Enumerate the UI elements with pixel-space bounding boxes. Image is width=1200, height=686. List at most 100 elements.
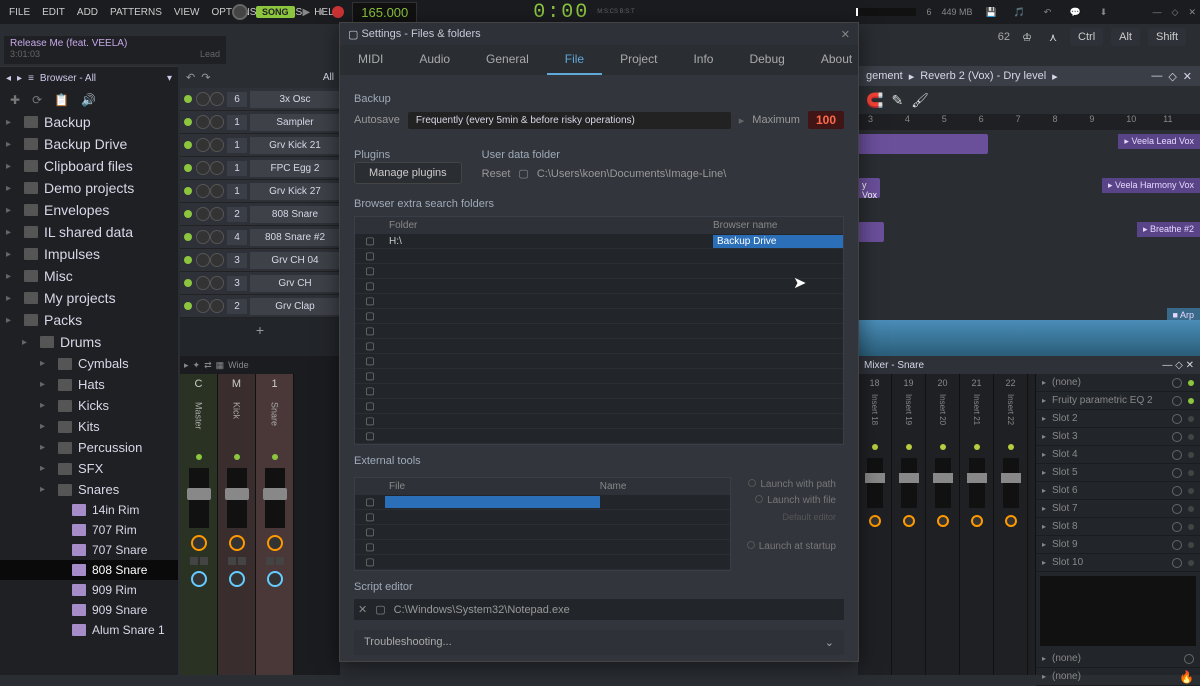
external-tool-row-empty[interactable]: ▢ [355,555,730,570]
browser-item[interactable]: Kits [0,416,178,437]
menu-edit[interactable]: EDIT [37,5,70,20]
mixer-link-icon[interactable]: ⇄ [204,360,212,371]
stop-button[interactable]: ■ [318,7,324,18]
mixer-menu-icon[interactable]: ▸ [184,360,189,371]
browser-item[interactable]: Demo projects [0,177,178,199]
browser-item[interactable]: Backup Drive [0,133,178,155]
settings-tab-about[interactable]: About [803,45,870,75]
undo-icon[interactable]: ↶ [1039,3,1057,21]
crumb-1[interactable]: gement [866,70,903,82]
browser-item[interactable]: Drums [0,331,178,353]
clip-lead-vox[interactable] [858,134,988,154]
launch-file-radio[interactable] [755,495,763,503]
manage-plugins-button[interactable]: Manage plugins [354,162,462,184]
fx-slot[interactable]: ▸Slot 3 [1036,428,1200,446]
search-folder-row-empty[interactable]: ▢ [355,399,843,414]
pl-close-icon[interactable]: ✕ [1183,70,1192,83]
external-tool-row-empty[interactable]: ▢ [355,510,730,525]
mixer-wide[interactable]: Wide [228,360,249,370]
clip-yvox[interactable]: y Vox [858,178,880,198]
browser-item[interactable]: Clipboard files [0,155,178,177]
browser-item[interactable]: Cymbals [0,353,178,374]
search-folder-row-empty[interactable]: ▢ [355,294,843,309]
browser-item[interactable]: Backup [0,111,178,133]
audio-icon[interactable]: 🔊 [81,93,96,107]
metronome-icon[interactable]: ⋏ [1044,28,1062,46]
song-mode-badge[interactable]: SONG [256,6,295,18]
search-folder-row-empty[interactable]: ▢ [355,324,843,339]
automation-lane[interactable] [858,320,1200,356]
chevron-left-icon[interactable]: ◂ [6,73,11,84]
mp-min-icon[interactable]: — [1162,360,1172,371]
autosave-arrow-icon[interactable]: ▸ [739,114,745,127]
reset-button[interactable]: Reset [482,168,511,180]
insert-strip[interactable]: 20Insert 20 [926,374,960,675]
insert-strip[interactable]: 19Insert 19 [892,374,926,675]
search-folder-row-empty[interactable]: ▢ [355,279,843,294]
mp-max-icon[interactable]: ◇ [1175,360,1183,371]
save-icon[interactable]: 💾 [983,3,1001,21]
playlist-tracks[interactable]: ▸ Veela Lead Vox y Vox ▸ Veela Harmony V… [858,130,1200,330]
browser-item[interactable]: Kicks [0,395,178,416]
channel-row[interactable]: 1Grv Kick 21 [180,134,340,157]
playlist-breadcrumb[interactable]: gement ▸ Reverb 2 (Vox) - Dry level ▸ — … [858,66,1200,86]
external-tool-row-empty[interactable]: ▢ [355,540,730,555]
browser-item[interactable]: 909 Snare [0,600,178,620]
pl-pencil-icon[interactable]: ✎ [891,92,903,109]
browser-item[interactable]: Hats [0,374,178,395]
settings-tab-project[interactable]: Project [602,45,675,75]
search-folder-row[interactable]: ▢H:\Backup Drive [355,234,843,249]
fx-slot[interactable]: ▸Slot 2 [1036,410,1200,428]
fx-slot[interactable]: ▸Slot 4 [1036,446,1200,464]
fx-slot[interactable]: ▸Slot 9 [1036,536,1200,554]
browser-item[interactable]: Percussion [0,437,178,458]
external-tool-row[interactable]: ▢ [355,495,730,510]
browser-item[interactable]: IL shared data [0,221,178,243]
fx-slot[interactable]: ▸Slot 10 [1036,554,1200,572]
channel-row[interactable]: 1Grv Kick 27 [180,180,340,203]
ch-back-icon[interactable]: ↶ [186,71,195,84]
chat-icon[interactable]: 💬 [1067,3,1085,21]
browser-list[interactable]: BackupBackup DriveClipboard filesDemo pr… [0,111,178,675]
search-folder-row-empty[interactable]: ▢ [355,369,843,384]
browser-item[interactable]: Snares [0,479,178,500]
output-slot-2[interactable]: ▸(none)🔥 [1036,668,1200,686]
launch-path-radio[interactable] [748,479,756,487]
menu-add[interactable]: ADD [72,5,103,20]
menu-view[interactable]: VIEW [169,5,205,20]
chevron-right-icon[interactable]: ▸ [17,73,22,84]
crumb-2[interactable]: Reverb 2 (Vox) - Dry level [920,70,1046,82]
fx-slot[interactable]: ▸Slot 7 [1036,500,1200,518]
download-icon[interactable]: ⬇ [1095,3,1113,21]
browser-item[interactable]: 909 Rim [0,580,178,600]
script-clear-icon[interactable]: ✕ [358,603,367,616]
search-folder-row-empty[interactable]: ▢ [355,384,843,399]
search-folder-row-empty[interactable]: ▢ [355,264,843,279]
browser-item[interactable]: 707 Snare [0,540,178,560]
browser-item[interactable]: 808 Snare [0,560,178,580]
eq-graph[interactable] [1040,576,1196,646]
add-channel-button[interactable]: + [180,318,340,342]
browser-item[interactable]: My projects [0,287,178,309]
browser-item[interactable]: Envelopes [0,199,178,221]
maximize-icon[interactable]: ◇ [1172,7,1179,18]
settings-tab-midi[interactable]: MIDI [340,45,401,75]
collapse-icon[interactable]: ▾ [167,73,172,84]
render-icon[interactable]: 🎵 [1011,3,1029,21]
channel-row[interactable]: 1FPC Egg 2 [180,157,340,180]
settings-tab-audio[interactable]: Audio [401,45,468,75]
clip-breathe[interactable] [858,222,884,242]
record-arm-icon[interactable] [332,6,344,18]
browser-item[interactable]: Misc [0,265,178,287]
fx-slot[interactable]: ▸Slot 8 [1036,518,1200,536]
browser-item[interactable]: 14in Rim [0,500,178,520]
browser-header[interactable]: ◂ ▸ ≡ Browser - All ▾ [0,67,178,89]
browser-item[interactable]: Packs [0,309,178,331]
fx-slot-1[interactable]: ▸Fruity parametric EQ 2 [1036,392,1200,410]
browser-item[interactable]: Alum Snare 1 [0,620,178,640]
settings-tab-info[interactable]: Info [675,45,731,75]
fx-slot[interactable]: ▸Slot 6 [1036,482,1200,500]
mixer-strip[interactable]: CMaster [180,374,218,675]
browse-folder-icon[interactable]: ▢ [518,167,528,180]
minimize-icon[interactable]: — [1153,7,1162,17]
